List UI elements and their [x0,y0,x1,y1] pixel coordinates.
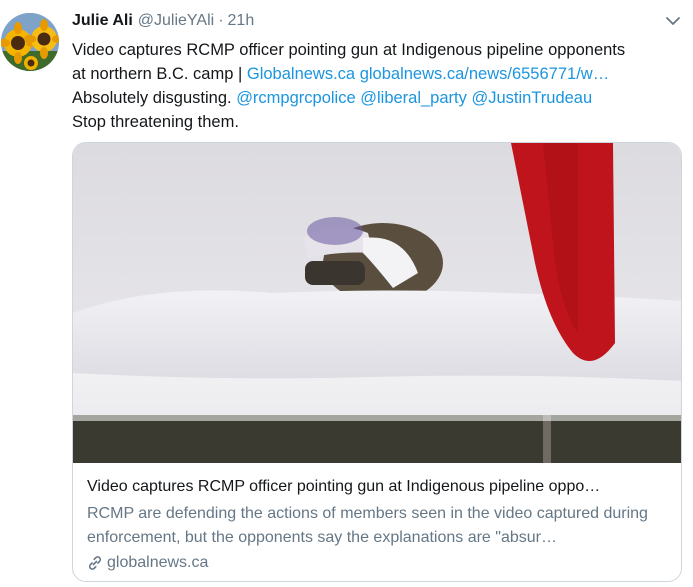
card-image[interactable] [73,143,681,463]
link-icon [88,556,102,570]
card-title: Video captures RCMP officer pointing gun… [87,478,601,495]
card-description: RCMP are defending the actions of member… [87,505,648,546]
mention-liberal-party[interactable]: @liberal_party [360,89,467,107]
chevron-down-icon [666,17,680,25]
tweet[interactable]: Julie Ali @JulieYAli · 21h Video capture… [0,0,693,587]
tweet-text-line: Absolutely disgusting. @rcmpgrcpolice @l… [72,86,682,110]
more-options-button[interactable] [664,14,682,28]
timestamp[interactable]: 21h [228,12,255,30]
author-name[interactable]: Julie Ali [72,12,133,30]
card-domain-text: globalnews.ca [107,554,209,571]
tweet-header: Julie Ali @JulieYAli · 21h [72,12,254,34]
tweet-text: Video captures RCMP officer pointing gun… [72,38,682,134]
article-url-link[interactable]: globalnews.ca/news/6556771/w… [360,65,610,83]
tweet-text-segment: Absolutely disgusting. [72,89,237,107]
author-handle[interactable]: @JulieYAli [138,12,214,30]
mention-rcmpgrcpolice[interactable]: @rcmpgrcpolice [236,89,355,107]
hashtag-link-globalnews[interactable]: Globalnews.ca [247,65,355,83]
sunflower-avatar-image [1,13,59,71]
snow-scene-image [73,143,681,463]
avatar[interactable] [1,13,59,71]
header-separator: · [218,12,224,29]
card-domain: globalnews.ca [87,554,672,572]
card-body: Video captures RCMP officer pointing gun… [87,476,672,572]
tweet-text-line: Video captures RCMP officer pointing gun… [72,41,626,59]
mention-justintrudeau[interactable]: @JustinTrudeau [471,89,592,107]
tweet-text-line: Stop threatening them. [72,113,239,131]
tweet-text-segment: at northern B.C. camp | [72,65,247,83]
tweet-text-line: at northern B.C. camp | Globalnews.ca gl… [72,62,682,86]
link-preview-card[interactable]: Video captures RCMP officer pointing gun… [72,142,682,582]
